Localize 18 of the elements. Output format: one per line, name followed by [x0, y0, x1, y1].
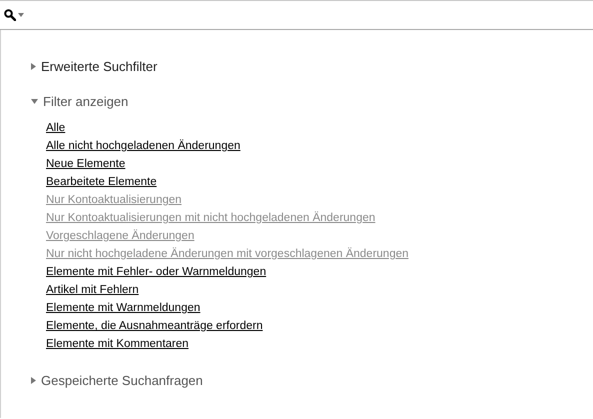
disclosure-triangle-icon: [31, 376, 36, 384]
filter-link[interactable]: Bearbeitete Elemente: [46, 173, 157, 191]
disclosure-triangle-icon: [31, 98, 38, 104]
disclosure-triangle-icon: [31, 62, 36, 70]
caret-icon[interactable]: [18, 13, 24, 17]
section-header[interactable]: Erweiterte Suchfilter: [31, 58, 158, 74]
filter-link[interactable]: Alle: [46, 119, 66, 137]
section-header[interactable]: Gespeicherte Suchanfragen: [31, 372, 203, 388]
filter-link[interactable]: Neue Elemente: [46, 155, 126, 173]
search-field[interactable]: [0, 0, 593, 30]
filter-link[interactable]: Alle nicht hochgeladenen Änderungen: [46, 137, 240, 155]
filter-link[interactable]: Elemente, die Ausnahmeanträge erfordern: [46, 317, 263, 335]
filter-link[interactable]: Artikel mit Fehlern: [46, 281, 139, 299]
filter-link[interactable]: Elemente mit Warnmeldungen: [46, 299, 200, 317]
search-icon: [4, 9, 16, 21]
section-header[interactable]: Filter anzeigen: [31, 93, 128, 109]
filter-link[interactable]: Elemente mit Kommentaren: [46, 335, 189, 353]
filter-link[interactable]: Elemente mit Fehler- oder Warnmeldungen: [46, 263, 266, 281]
